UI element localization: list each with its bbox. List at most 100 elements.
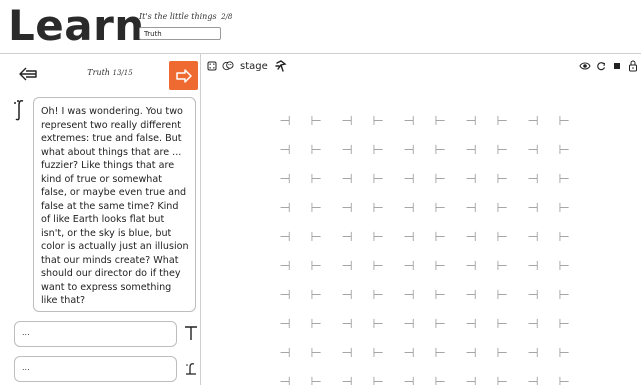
lock-icon[interactable] (626, 60, 639, 73)
stage-glyph-left-tee: ⊣ (403, 346, 414, 361)
stage-glyph-left-tee: ⊣ (527, 317, 538, 332)
fullscreen-icon[interactable] (206, 60, 218, 72)
stage-glyph-right-tee: ⊢ (496, 172, 507, 187)
stage-glyph-right-tee: ⊢ (434, 346, 445, 361)
chapter-title-text: Truth (87, 68, 110, 77)
stage-glyph-left-tee: ⊣ (527, 201, 538, 216)
stage-glyph-right-tee: ⊢ (496, 317, 507, 332)
stage-glyph-right-tee: ⊢ (558, 375, 569, 385)
stage-glyph-right-tee: ⊢ (310, 143, 321, 158)
stage-canvas[interactable]: ⊣ ⊢ ⊣ ⊢ ⊣ ⊢ ⊣ ⊢ ⊣ ⊢ ⊣ ⊢ ⊣ ⊢ ⊣ ⊢ ⊣ ⊢ ⊣ ⊢ ⊣ ⊢ ⊣ ⊢ ⊣ ⊢ ⊣ ⊢ ⊣ ⊢ ⊣ ⊢ ⊣ ⊢ ⊣ ⊢ ⊣ ⊢ ⊣ ⊢… (201, 78, 641, 385)
stage-glyph-right-tee: ⊢ (434, 172, 445, 187)
stage-glyph-right-tee: ⊢ (372, 346, 383, 361)
stage-glyph-left-tee: ⊣ (279, 317, 290, 332)
section-select-field[interactable] (139, 27, 221, 40)
stage-glyph-left-tee: ⊣ (341, 201, 352, 216)
next-button[interactable] (169, 61, 198, 90)
stage-glyph-right-tee: ⊢ (496, 288, 507, 303)
stage-toolbar: stage (206, 59, 287, 73)
stage-glyph-right-tee: ⊢ (434, 143, 445, 158)
stage-glyph-left-tee: ⊣ (279, 230, 290, 245)
app-logo: Learn (8, 1, 145, 50)
chapter-progress: 13/15 (112, 69, 133, 77)
stage-glyph-left-tee: ⊣ (279, 259, 290, 274)
eye-icon[interactable] (578, 60, 591, 73)
stage-glyph-right-tee: ⊢ (558, 114, 569, 129)
stage-glyph-left-tee: ⊣ (403, 172, 414, 187)
stage-glyph-right-tee: ⊢ (496, 230, 507, 245)
stage-glyph-left-tee: ⊣ (341, 346, 352, 361)
stage-glyph-right-tee: ⊢ (372, 230, 383, 245)
stage-glyph-right-tee: ⊢ (434, 114, 445, 129)
stage-glyph-right-tee: ⊢ (434, 259, 445, 274)
stage-glyph-right-tee: ⊢ (434, 317, 445, 332)
stage-glyph-right-tee: ⊢ (496, 143, 507, 158)
stage-glyph-left-tee: ⊣ (465, 288, 476, 303)
stage-glyph-right-tee: ⊢ (496, 114, 507, 129)
dialogue-bubble: Oh! I was wondering. You two represent t… (33, 97, 196, 312)
stop-icon[interactable] (610, 60, 623, 73)
refresh-icon[interactable] (594, 60, 607, 73)
stage-glyph-left-tee: ⊣ (341, 172, 352, 187)
speaker-f-icon (12, 98, 28, 122)
lesson-title: It's the little things 2/8 (139, 12, 232, 21)
stage-glyph-left-tee: ⊣ (527, 114, 538, 129)
stage-glyph-left-tee: ⊣ (341, 259, 352, 274)
stage-glyph-left-tee: ⊣ (279, 201, 290, 216)
stage-glyph-right-tee: ⊢ (496, 375, 507, 385)
stage-glyph-left-tee: ⊣ (465, 114, 476, 129)
stage-glyph-left-tee: ⊣ (527, 230, 538, 245)
stage-glyph-right-tee: ⊢ (310, 201, 321, 216)
stage-glyph-left-tee: ⊣ (403, 288, 414, 303)
stage-glyph-left-tee: ⊣ (279, 172, 290, 187)
stage-glyph-right-tee: ⊢ (310, 346, 321, 361)
stage-glyph-left-tee: ⊣ (341, 143, 352, 158)
stage-glyph-right-tee: ⊢ (558, 172, 569, 187)
stage-glyph-left-tee: ⊣ (279, 143, 290, 158)
stage-glyph-left-tee: ⊣ (465, 201, 476, 216)
stage-glyph-right-tee: ⊢ (372, 288, 383, 303)
stage-glyph-right-tee: ⊢ (372, 317, 383, 332)
stage-glyph-left-tee: ⊣ (403, 375, 414, 385)
stage-glyph-right-tee: ⊢ (372, 201, 383, 216)
lesson-title-text: It's the little things (139, 12, 217, 21)
stage-label: stage (240, 60, 268, 72)
stage-glyph-right-tee: ⊢ (310, 288, 321, 303)
stage-glyph-left-tee: ⊣ (403, 143, 414, 158)
stage-glyph-right-tee: ⊢ (310, 259, 321, 274)
stage-glyph-right-tee: ⊢ (558, 288, 569, 303)
stage-glyph-right-tee: ⊢ (558, 201, 569, 216)
speaker-f-icon (184, 361, 198, 377)
stage-glyph-right-tee: ⊢ (434, 288, 445, 303)
stage-glyph-left-tee: ⊣ (341, 230, 352, 245)
stage-glyph-left-tee: ⊣ (527, 375, 538, 385)
actors-icon[interactable] (222, 60, 234, 72)
stage-glyph-right-tee: ⊢ (310, 114, 321, 129)
stage-glyph-left-tee: ⊣ (279, 288, 290, 303)
reply-option-true[interactable]: ... (14, 321, 177, 347)
director-icon[interactable] (275, 60, 287, 72)
stage-glyph-right-tee: ⊢ (496, 201, 507, 216)
stage-glyph-right-tee: ⊢ (310, 172, 321, 187)
stage-glyph-left-tee: ⊣ (341, 317, 352, 332)
stage-glyph-right-tee: ⊢ (496, 346, 507, 361)
stage-glyph-left-tee: ⊣ (341, 114, 352, 129)
stage-glyph-right-tee: ⊢ (434, 375, 445, 385)
stage-glyph-right-tee: ⊢ (558, 143, 569, 158)
stage-glyph-left-tee: ⊣ (465, 259, 476, 274)
stage-glyph-left-tee: ⊣ (527, 172, 538, 187)
stage-glyph-right-tee: ⊢ (310, 230, 321, 245)
lesson-progress: 2/8 (221, 13, 233, 21)
header: Learn It's the little things 2/8 (0, 0, 641, 53)
stage-glyph-right-tee: ⊢ (372, 375, 383, 385)
stage-glyph-left-tee: ⊣ (465, 143, 476, 158)
reply-option-false[interactable]: ... (14, 356, 177, 382)
stage-glyph-right-tee: ⊢ (372, 143, 383, 158)
stage-glyph-left-tee: ⊣ (527, 288, 538, 303)
stage-glyph-left-tee: ⊣ (465, 317, 476, 332)
stage-glyph-left-tee: ⊣ (403, 201, 414, 216)
true-tee-icon (184, 325, 198, 341)
stage-glyph-left-tee: ⊣ (403, 114, 414, 129)
stage-glyph-left-tee: ⊣ (279, 346, 290, 361)
arrow-left-icon[interactable] (18, 66, 38, 82)
